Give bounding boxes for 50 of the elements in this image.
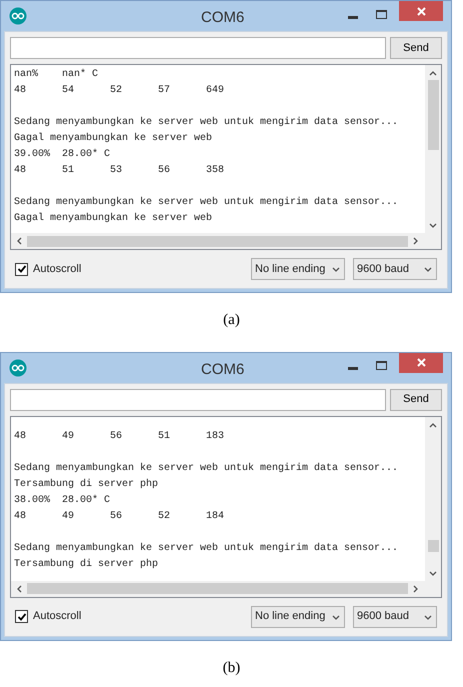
line-ending-dropdown[interactable]: No line ending — [251, 258, 345, 280]
output-line: Gagal menyambungkan ke server web — [14, 132, 212, 146]
minimize-icon[interactable] — [348, 16, 358, 18]
horizontal-scrollbar[interactable] — [11, 580, 441, 596]
autoscroll-checkbox[interactable] — [15, 262, 28, 276]
output-line: 48 49 56 51 183 — [14, 430, 224, 444]
scroll-thumb[interactable] — [428, 80, 438, 150]
scroll-thumb[interactable] — [428, 540, 438, 552]
window-title: COM6 — [201, 360, 244, 380]
output-line: Sedang menyambungkan ke server web untuk mengirim data sensor... — [14, 116, 398, 130]
output-line: Tersambung di server php — [14, 558, 158, 572]
output-line: 48 49 56 52 184 — [14, 510, 224, 524]
line-ending-dropdown[interactable]: No line ending — [251, 606, 345, 628]
output-line: Sedang menyambungkan ke server web untuk mengirim data sensor... — [14, 196, 398, 210]
output-line: Sedang menyambungkan ke server web untuk mengirim data sensor... — [14, 542, 398, 556]
window-title: COM6 — [201, 8, 244, 28]
autoscroll-label: Autoscroll — [33, 262, 82, 277]
message-input-field[interactable] — [10, 37, 386, 59]
output-line: Tersambung di server php — [14, 478, 158, 492]
output-line: 48 54 52 57 649 — [14, 84, 224, 98]
checkmark-icon — [16, 612, 26, 622]
close-icon[interactable] — [416, 358, 426, 367]
horizontal-scrollbar[interactable] — [11, 233, 441, 249]
app-logo-icon — [9, 358, 27, 376]
output-line: Gagal menyambungkan ke server web — [14, 212, 212, 226]
baud-rate-dropdown[interactable]: 9600 baud — [353, 606, 437, 628]
output-line: 48 51 53 56 358 — [14, 164, 224, 178]
maximize-icon[interactable] — [376, 361, 387, 370]
close-button[interactable] — [399, 1, 443, 21]
scroll-thumb[interactable] — [27, 583, 408, 594]
send-button[interactable]: Send — [390, 388, 442, 410]
message-input-field[interactable] — [10, 388, 386, 410]
autoscroll-checkbox[interactable] — [15, 610, 28, 623]
close-icon[interactable] — [416, 6, 426, 16]
scroll-thumb[interactable] — [27, 236, 408, 246]
output-line: 38.00% 28.00* C — [14, 494, 110, 508]
vertical-scrollbar[interactable] — [425, 416, 441, 580]
vertical-scrollbar[interactable] — [425, 65, 441, 233]
output-line: Sedang menyambungkan ke server web untuk mengirim data sensor... — [14, 462, 398, 476]
checkmark-icon — [16, 264, 26, 274]
autoscroll-label: Autoscroll — [33, 609, 82, 624]
baud-rate-dropdown[interactable]: 9600 baud — [353, 258, 437, 280]
output-line: 39.00% 28.00* C — [14, 148, 110, 162]
maximize-icon[interactable] — [376, 10, 387, 18]
figure-caption: (b) — [222, 658, 240, 678]
app-logo-icon — [9, 7, 27, 25]
figure-caption: (a) — [223, 311, 240, 330]
send-button[interactable]: Send — [390, 37, 442, 59]
close-button[interactable] — [399, 352, 443, 372]
output-line: nan% nan* C — [14, 68, 98, 82]
